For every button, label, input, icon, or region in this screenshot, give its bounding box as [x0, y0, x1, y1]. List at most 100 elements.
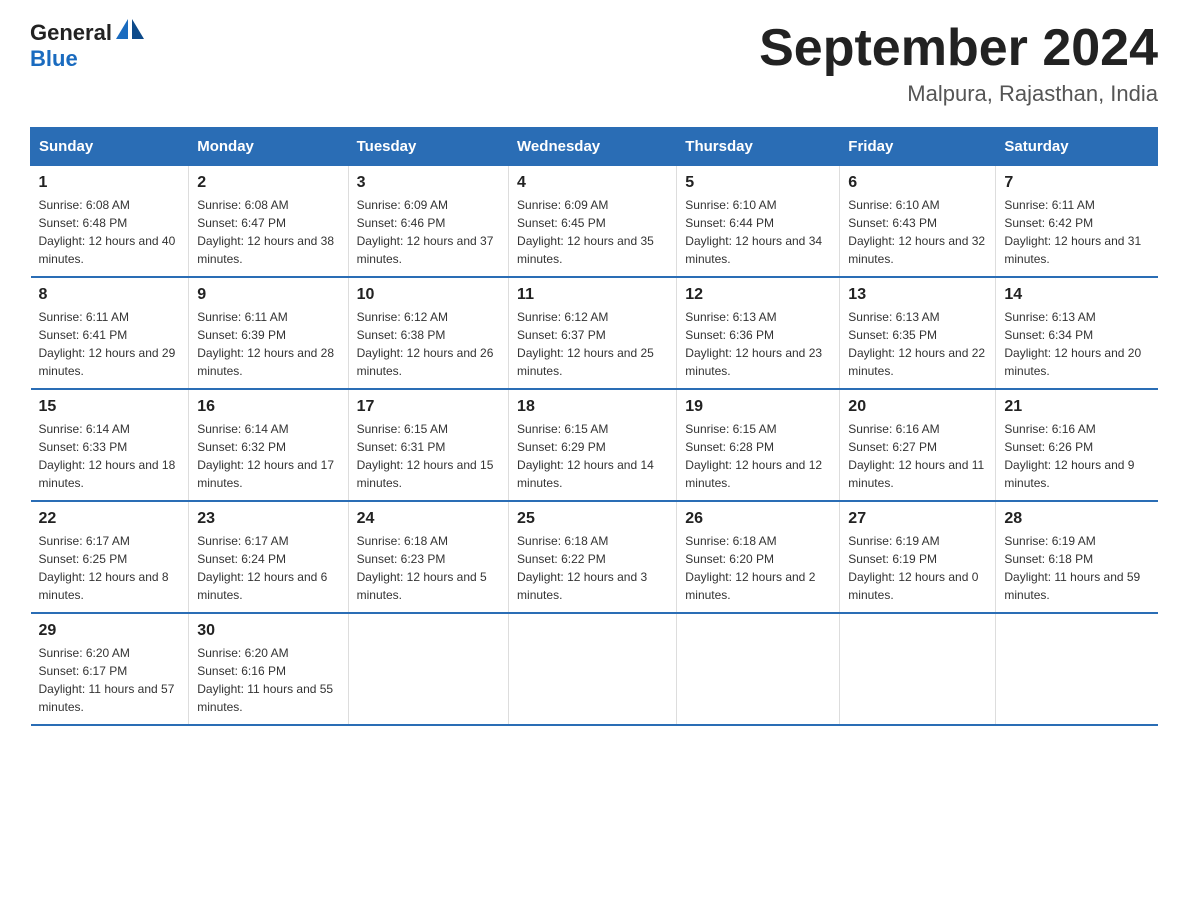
day-info: Sunrise: 6:19 AMSunset: 6:18 PMDaylight:… — [1004, 532, 1149, 604]
day-number: 25 — [517, 510, 668, 528]
day-cell — [996, 613, 1158, 725]
day-number: 18 — [517, 398, 668, 416]
day-number: 20 — [848, 398, 987, 416]
day-info: Sunrise: 6:13 AMSunset: 6:34 PMDaylight:… — [1004, 308, 1149, 380]
day-cell: 3 Sunrise: 6:09 AMSunset: 6:46 PMDayligh… — [348, 166, 508, 278]
day-info: Sunrise: 6:15 AMSunset: 6:29 PMDaylight:… — [517, 420, 668, 492]
header-monday: Monday — [189, 128, 348, 166]
day-cell: 10 Sunrise: 6:12 AMSunset: 6:38 PMDaylig… — [348, 277, 508, 389]
day-cell — [840, 613, 996, 725]
day-cell: 29 Sunrise: 6:20 AMSunset: 6:17 PMDaylig… — [31, 613, 189, 725]
day-info: Sunrise: 6:18 AMSunset: 6:22 PMDaylight:… — [517, 532, 668, 604]
day-cell: 2 Sunrise: 6:08 AMSunset: 6:47 PMDayligh… — [189, 166, 348, 278]
week-row-2: 8 Sunrise: 6:11 AMSunset: 6:41 PMDayligh… — [31, 277, 1158, 389]
day-cell: 26 Sunrise: 6:18 AMSunset: 6:20 PMDaylig… — [677, 501, 840, 613]
day-info: Sunrise: 6:18 AMSunset: 6:20 PMDaylight:… — [685, 532, 831, 604]
day-info: Sunrise: 6:15 AMSunset: 6:31 PMDaylight:… — [357, 420, 500, 492]
day-cell: 8 Sunrise: 6:11 AMSunset: 6:41 PMDayligh… — [31, 277, 189, 389]
calendar-table: SundayMondayTuesdayWednesdayThursdayFrid… — [30, 127, 1158, 726]
day-number: 12 — [685, 286, 831, 304]
day-cell: 27 Sunrise: 6:19 AMSunset: 6:19 PMDaylig… — [840, 501, 996, 613]
day-cell: 1 Sunrise: 6:08 AMSunset: 6:48 PMDayligh… — [31, 166, 189, 278]
day-info: Sunrise: 6:13 AMSunset: 6:36 PMDaylight:… — [685, 308, 831, 380]
day-info: Sunrise: 6:12 AMSunset: 6:37 PMDaylight:… — [517, 308, 668, 380]
day-number: 1 — [39, 174, 181, 192]
logo: General Blue — [30, 20, 144, 72]
day-cell: 6 Sunrise: 6:10 AMSunset: 6:43 PMDayligh… — [840, 166, 996, 278]
day-info: Sunrise: 6:14 AMSunset: 6:33 PMDaylight:… — [39, 420, 181, 492]
calendar-title: September 2024 — [759, 20, 1158, 77]
day-number: 4 — [517, 174, 668, 192]
day-cell: 25 Sunrise: 6:18 AMSunset: 6:22 PMDaylig… — [509, 501, 677, 613]
day-info: Sunrise: 6:09 AMSunset: 6:45 PMDaylight:… — [517, 196, 668, 268]
day-number: 5 — [685, 174, 831, 192]
header-saturday: Saturday — [996, 128, 1158, 166]
page-header: General Blue September 2024 Malpura, Raj… — [30, 20, 1158, 107]
day-number: 6 — [848, 174, 987, 192]
header-tuesday: Tuesday — [348, 128, 508, 166]
day-number: 2 — [197, 174, 339, 192]
week-row-3: 15 Sunrise: 6:14 AMSunset: 6:33 PMDaylig… — [31, 389, 1158, 501]
day-number: 9 — [197, 286, 339, 304]
header-sunday: Sunday — [31, 128, 189, 166]
day-info: Sunrise: 6:18 AMSunset: 6:23 PMDaylight:… — [357, 532, 500, 604]
day-info: Sunrise: 6:08 AMSunset: 6:47 PMDaylight:… — [197, 196, 339, 268]
day-number: 11 — [517, 286, 668, 304]
day-cell: 13 Sunrise: 6:13 AMSunset: 6:35 PMDaylig… — [840, 277, 996, 389]
week-row-5: 29 Sunrise: 6:20 AMSunset: 6:17 PMDaylig… — [31, 613, 1158, 725]
day-number: 10 — [357, 286, 500, 304]
day-info: Sunrise: 6:20 AMSunset: 6:16 PMDaylight:… — [197, 644, 339, 716]
day-cell — [348, 613, 508, 725]
day-cell: 18 Sunrise: 6:15 AMSunset: 6:29 PMDaylig… — [509, 389, 677, 501]
header-friday: Friday — [840, 128, 996, 166]
day-info: Sunrise: 6:13 AMSunset: 6:35 PMDaylight:… — [848, 308, 987, 380]
calendar-subtitle: Malpura, Rajasthan, India — [759, 81, 1158, 107]
day-info: Sunrise: 6:11 AMSunset: 6:41 PMDaylight:… — [39, 308, 181, 380]
day-info: Sunrise: 6:19 AMSunset: 6:19 PMDaylight:… — [848, 532, 987, 604]
day-cell: 9 Sunrise: 6:11 AMSunset: 6:39 PMDayligh… — [189, 277, 348, 389]
day-number: 15 — [39, 398, 181, 416]
day-info: Sunrise: 6:10 AMSunset: 6:44 PMDaylight:… — [685, 196, 831, 268]
calendar-header-row: SundayMondayTuesdayWednesdayThursdayFrid… — [31, 128, 1158, 166]
day-cell: 17 Sunrise: 6:15 AMSunset: 6:31 PMDaylig… — [348, 389, 508, 501]
day-number: 29 — [39, 622, 181, 640]
day-cell: 7 Sunrise: 6:11 AMSunset: 6:42 PMDayligh… — [996, 166, 1158, 278]
day-number: 21 — [1004, 398, 1149, 416]
day-info: Sunrise: 6:16 AMSunset: 6:27 PMDaylight:… — [848, 420, 987, 492]
day-number: 17 — [357, 398, 500, 416]
day-number: 13 — [848, 286, 987, 304]
day-number: 16 — [197, 398, 339, 416]
day-number: 14 — [1004, 286, 1149, 304]
day-number: 19 — [685, 398, 831, 416]
day-cell — [677, 613, 840, 725]
day-number: 27 — [848, 510, 987, 528]
day-cell: 21 Sunrise: 6:16 AMSunset: 6:26 PMDaylig… — [996, 389, 1158, 501]
day-number: 24 — [357, 510, 500, 528]
day-info: Sunrise: 6:15 AMSunset: 6:28 PMDaylight:… — [685, 420, 831, 492]
day-info: Sunrise: 6:08 AMSunset: 6:48 PMDaylight:… — [39, 196, 181, 268]
day-number: 8 — [39, 286, 181, 304]
day-cell: 28 Sunrise: 6:19 AMSunset: 6:18 PMDaylig… — [996, 501, 1158, 613]
day-number: 23 — [197, 510, 339, 528]
day-cell: 11 Sunrise: 6:12 AMSunset: 6:37 PMDaylig… — [509, 277, 677, 389]
day-cell: 24 Sunrise: 6:18 AMSunset: 6:23 PMDaylig… — [348, 501, 508, 613]
title-block: September 2024 Malpura, Rajasthan, India — [759, 20, 1158, 107]
logo-blue: Blue — [30, 46, 78, 71]
day-number: 22 — [39, 510, 181, 528]
day-cell: 22 Sunrise: 6:17 AMSunset: 6:25 PMDaylig… — [31, 501, 189, 613]
day-cell: 23 Sunrise: 6:17 AMSunset: 6:24 PMDaylig… — [189, 501, 348, 613]
week-row-1: 1 Sunrise: 6:08 AMSunset: 6:48 PMDayligh… — [31, 166, 1158, 278]
day-info: Sunrise: 6:11 AMSunset: 6:42 PMDaylight:… — [1004, 196, 1149, 268]
header-wednesday: Wednesday — [509, 128, 677, 166]
day-number: 3 — [357, 174, 500, 192]
header-thursday: Thursday — [677, 128, 840, 166]
day-cell: 20 Sunrise: 6:16 AMSunset: 6:27 PMDaylig… — [840, 389, 996, 501]
day-cell: 30 Sunrise: 6:20 AMSunset: 6:16 PMDaylig… — [189, 613, 348, 725]
day-cell: 5 Sunrise: 6:10 AMSunset: 6:44 PMDayligh… — [677, 166, 840, 278]
day-cell — [509, 613, 677, 725]
day-number: 7 — [1004, 174, 1149, 192]
day-info: Sunrise: 6:16 AMSunset: 6:26 PMDaylight:… — [1004, 420, 1149, 492]
day-cell: 12 Sunrise: 6:13 AMSunset: 6:36 PMDaylig… — [677, 277, 840, 389]
logo-general: General — [30, 20, 112, 46]
day-info: Sunrise: 6:12 AMSunset: 6:38 PMDaylight:… — [357, 308, 500, 380]
